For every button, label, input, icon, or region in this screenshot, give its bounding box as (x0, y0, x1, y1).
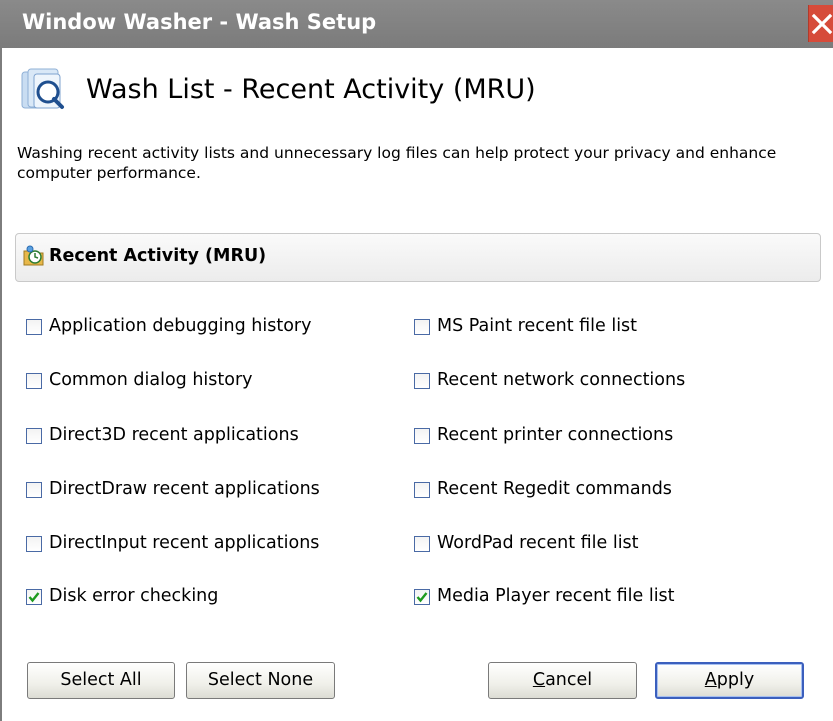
checkbox-box[interactable] (414, 428, 430, 444)
cancel-button[interactable]: Cancel (488, 662, 637, 699)
section-title: Recent Activity (MRU) (49, 246, 267, 266)
checkbox-box[interactable] (414, 536, 430, 552)
checkbox-box[interactable] (26, 482, 42, 498)
cancel-mnemonic: C (532, 670, 546, 690)
check-mark-icon (416, 592, 428, 603)
checkbox-label: DirectInput recent applications (49, 533, 320, 553)
checkbox-label: Disk error checking (49, 586, 219, 606)
description-text: Washing recent activity lists and unnece… (17, 144, 777, 182)
checkbox-box[interactable] (26, 319, 42, 335)
page-title: Wash List - Recent Activity (MRU) (86, 74, 536, 105)
recent-activity-icon (22, 245, 46, 271)
checkbox-label: Media Player recent file list (437, 586, 675, 606)
checkbox-label: Recent Regedit commands (437, 479, 672, 499)
checkbox-label: Recent network connections (437, 370, 686, 390)
checkbox-box[interactable] (26, 536, 42, 552)
title-bar: Window Washer - Wash Setup (0, 0, 833, 48)
checkbox-label: Application debugging history (49, 316, 312, 336)
checkbox-label: WordPad recent file list (437, 533, 639, 553)
apply-label-rest: pply (716, 670, 755, 690)
checkbox-box[interactable] (414, 373, 430, 389)
checkbox-box-checked[interactable] (26, 589, 42, 605)
checkbox-box-checked[interactable] (414, 589, 430, 605)
cancel-label-rest: ancel (545, 670, 593, 690)
checkbox-label: Direct3D recent applications (49, 425, 299, 445)
section-header: Recent Activity (MRU) (15, 233, 821, 282)
window-title: Window Washer - Wash Setup (22, 10, 377, 34)
checkbox-box[interactable] (26, 428, 42, 444)
checkbox-label: DirectDraw recent applications (49, 479, 320, 499)
checkbox-label: MS Paint recent file list (437, 316, 638, 336)
checkbox-box[interactable] (26, 373, 42, 389)
close-button[interactable] (808, 5, 833, 42)
checkbox-label: Recent printer connections (437, 425, 674, 445)
wash-list-icon (18, 66, 78, 116)
select-none-button[interactable]: Select None (186, 662, 335, 699)
checkbox-box[interactable] (414, 482, 430, 498)
apply-button[interactable]: Apply (655, 662, 804, 699)
check-mark-icon (28, 592, 40, 603)
window-left-border (0, 48, 2, 721)
select-all-button[interactable]: Select All (27, 662, 175, 699)
close-icon (811, 13, 833, 35)
checkbox-box[interactable] (414, 319, 430, 335)
apply-mnemonic: A (704, 670, 717, 690)
checkbox-label: Common dialog history (49, 370, 253, 390)
